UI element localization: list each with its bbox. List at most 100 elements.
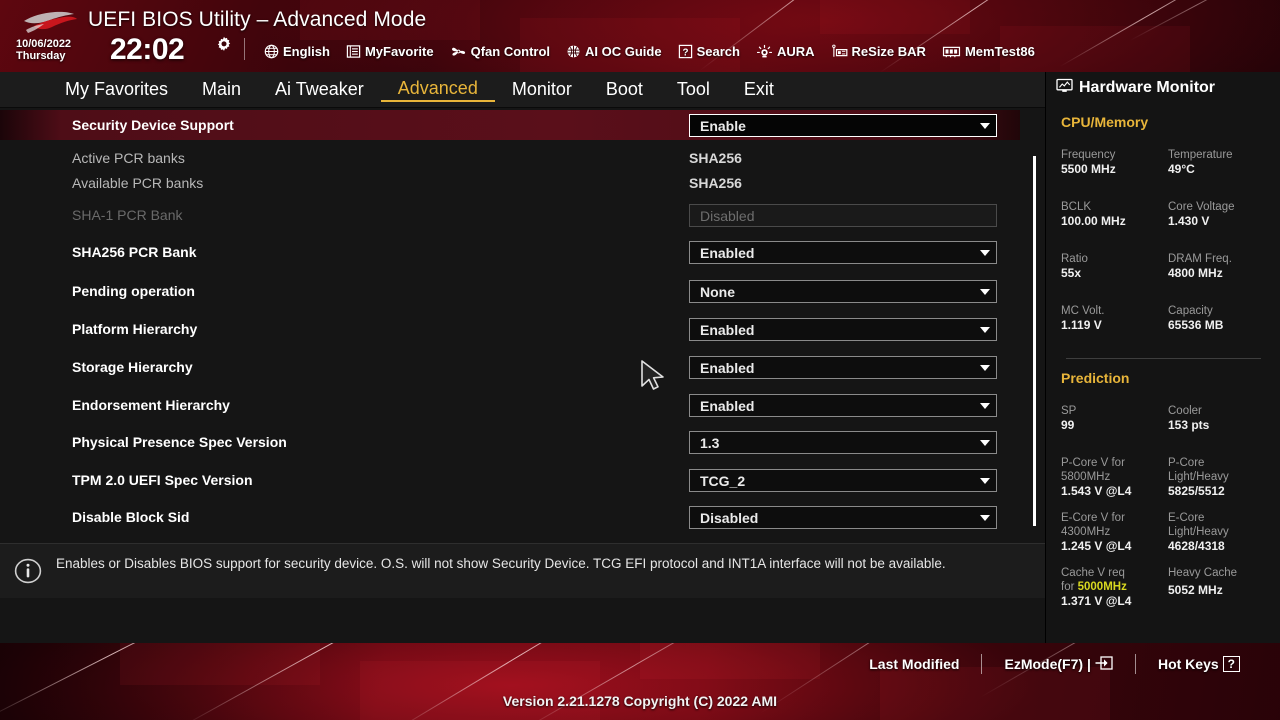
setting-row-endorsement-hierarchy[interactable]: Endorsement Hierarchy Enabled: [0, 390, 1012, 420]
tab-ai-tweaker[interactable]: Ai Tweaker: [258, 79, 381, 100]
tab-my-favorites[interactable]: My Favorites: [48, 79, 185, 100]
setting-row-disable-block-sid[interactable]: Disable Block Sid Disabled: [0, 502, 1012, 532]
setting-row-platform-hierarchy[interactable]: Platform Hierarchy Enabled: [0, 314, 1012, 344]
dropdown-value: TCG_2: [700, 472, 746, 489]
header-tool-label: AI OC Guide: [585, 43, 662, 59]
setting-row-pending-operation[interactable]: Pending operation None: [0, 276, 1012, 306]
sidebar-divider: [1066, 358, 1261, 359]
weekday-value: Thursday: [16, 50, 66, 62]
chevron-down-icon: [974, 477, 996, 484]
header-tool-aura[interactable]: AURA: [748, 44, 823, 59]
setting-dropdown-pending-operation[interactable]: None: [689, 280, 997, 303]
last-modified-button[interactable]: Last Modified: [847, 656, 981, 672]
hardware-monitor-title-label: Hardware Monitor: [1079, 79, 1216, 96]
header-tool-label: Qfan Control: [470, 43, 551, 59]
setting-label: Platform Hierarchy: [72, 321, 198, 337]
sidebar-value: 5500 MHz: [1061, 162, 1116, 176]
tab-monitor[interactable]: Monitor: [495, 79, 589, 100]
header-tool-label: MemTest86: [964, 43, 1035, 59]
tab-exit[interactable]: Exit: [727, 79, 791, 100]
setting-dropdown-security-device-support[interactable]: Enable: [689, 114, 997, 137]
sidebar-key: Ratio: [1061, 253, 1088, 265]
sidebar-value: 4800 MHz: [1168, 266, 1223, 280]
sidebar-value: 99: [1061, 418, 1075, 432]
tab-advanced[interactable]: Advanced: [380, 78, 495, 102]
header-tool-ai-oc-guide[interactable]: AI OC Guide: [558, 44, 670, 59]
gear-icon[interactable]: [216, 36, 232, 52]
sidebar-key: Frequency: [1061, 149, 1116, 161]
setting-dropdown-storage-hierarchy[interactable]: Enabled: [689, 356, 997, 379]
tab-main[interactable]: Main: [185, 79, 258, 100]
setting-dropdown-disable-block-sid[interactable]: Disabled: [689, 506, 997, 529]
footer-actions: Last Modified EzMode(F7) | Hot Keys ?: [847, 651, 1262, 677]
settings-list: Security Device Support Enable Active PC…: [0, 108, 1045, 543]
dropdown-value: Enabled: [700, 244, 755, 261]
date-value: 10/06/2022: [16, 38, 72, 50]
sidebar-value: 100.00 MHz: [1061, 214, 1126, 228]
setting-dropdown-endorsement-hierarchy[interactable]: Enabled: [689, 394, 997, 417]
setting-label: Physical Presence Spec Version: [72, 434, 287, 450]
sidebar-value: 1.430 V: [1168, 214, 1210, 228]
chevron-down-icon: [974, 288, 996, 295]
svg-text:?: ?: [682, 47, 688, 58]
setting-row-security-device-support[interactable]: Security Device Support Enable: [0, 110, 1020, 140]
header-tool-resize-bar[interactable]: ReSize BAR: [823, 44, 934, 59]
sidebar-key-highlight: 5800MHz: [1061, 471, 1111, 483]
chevron-down-icon: [974, 364, 996, 371]
question-key-icon: ?: [1222, 656, 1240, 672]
setting-dropdown-physical-presence-spec-version[interactable]: 1.3: [689, 431, 997, 454]
header-tool-search[interactable]: ? Search: [670, 44, 748, 59]
header-tool-label: MyFavorite: [364, 43, 434, 59]
dropdown-value: Disabled: [700, 509, 759, 526]
dropdown-value: Enabled: [700, 359, 755, 376]
sidebar-key: DRAM Freq.: [1168, 253, 1232, 265]
setting-label: Disable Block Sid: [72, 509, 190, 525]
sidebar-value: 49°C: [1168, 162, 1195, 176]
setting-dropdown-sha256-pcr-bank[interactable]: Enabled: [689, 241, 997, 264]
sidebar-key: Light/Heavy: [1168, 526, 1229, 538]
sidebar-key: MC Volt.: [1061, 305, 1105, 317]
chevron-down-icon: [974, 249, 996, 256]
header-tool-label: ReSize BAR: [851, 43, 926, 59]
tab-boot[interactable]: Boot: [589, 79, 660, 100]
hot-keys-button[interactable]: Hot Keys ?: [1136, 656, 1262, 672]
header-divider: [244, 38, 245, 60]
sidebar-key: Cache V req: [1061, 567, 1125, 579]
setting-row-physical-presence-spec-version[interactable]: Physical Presence Spec Version 1.3: [0, 427, 1012, 457]
setting-dropdown-platform-hierarchy[interactable]: Enabled: [689, 318, 997, 341]
setting-dropdown-sha1-pcr-bank: Disabled: [689, 204, 997, 227]
bios-screen: UEFI BIOS Utility – Advanced Mode 10/06/…: [0, 0, 1280, 720]
question-box-icon: ?: [678, 44, 693, 59]
sidebar-key: E-Core: [1168, 512, 1205, 524]
sidebar-value: 1.371 V @L4: [1061, 594, 1132, 608]
help-text: Enables or Disables BIOS support for sec…: [56, 556, 946, 571]
header-tool-memtest86[interactable]: MemTest86: [934, 44, 1043, 59]
header-tool-label: Search: [696, 43, 740, 59]
sidebar-key: SP: [1061, 405, 1077, 417]
footer-bar: Last Modified EzMode(F7) | Hot Keys ? Ve…: [0, 643, 1280, 720]
setting-row-storage-hierarchy[interactable]: Storage Hierarchy Enabled: [0, 352, 1012, 382]
sidebar-key: E-Core V for: [1061, 512, 1125, 524]
setting-row-sha256-pcr-bank[interactable]: SHA256 PCR Bank Enabled: [0, 237, 1012, 267]
setting-dropdown-tpm20-uefi-spec-version[interactable]: TCG_2: [689, 469, 997, 492]
header-tool-label: AURA: [776, 43, 815, 59]
header-tool-english[interactable]: English: [256, 44, 338, 59]
sidebar-key: Heavy Cache: [1168, 567, 1238, 579]
sidebar-value: 5052 MHz: [1168, 583, 1223, 597]
enter-arrow-icon: [1095, 655, 1113, 673]
dropdown-value: Enable: [700, 117, 746, 134]
sidebar-key: Capacity: [1168, 305, 1213, 317]
hot-keys-label: Hot Keys: [1157, 656, 1219, 672]
tab-tool[interactable]: Tool: [660, 79, 727, 100]
help-bar: Enables or Disables BIOS support for sec…: [0, 543, 1045, 598]
fan-icon: [450, 44, 467, 59]
header-tool-qfan-control[interactable]: Qfan Control: [442, 44, 558, 59]
dropdown-value: 1.3: [700, 434, 720, 451]
setting-label: Endorsement Hierarchy: [72, 397, 230, 413]
sidebar-value: 153 pts: [1168, 418, 1210, 432]
setting-row-tpm20-uefi-spec-version[interactable]: TPM 2.0 UEFI Spec Version TCG_2: [0, 465, 1012, 495]
ezmode-button[interactable]: EzMode(F7) |: [982, 655, 1134, 673]
scrollbar-thumb[interactable]: [1033, 156, 1036, 526]
header-tool-myfavorite[interactable]: MyFavorite: [338, 44, 442, 59]
setting-label: Available PCR banks: [72, 175, 204, 191]
